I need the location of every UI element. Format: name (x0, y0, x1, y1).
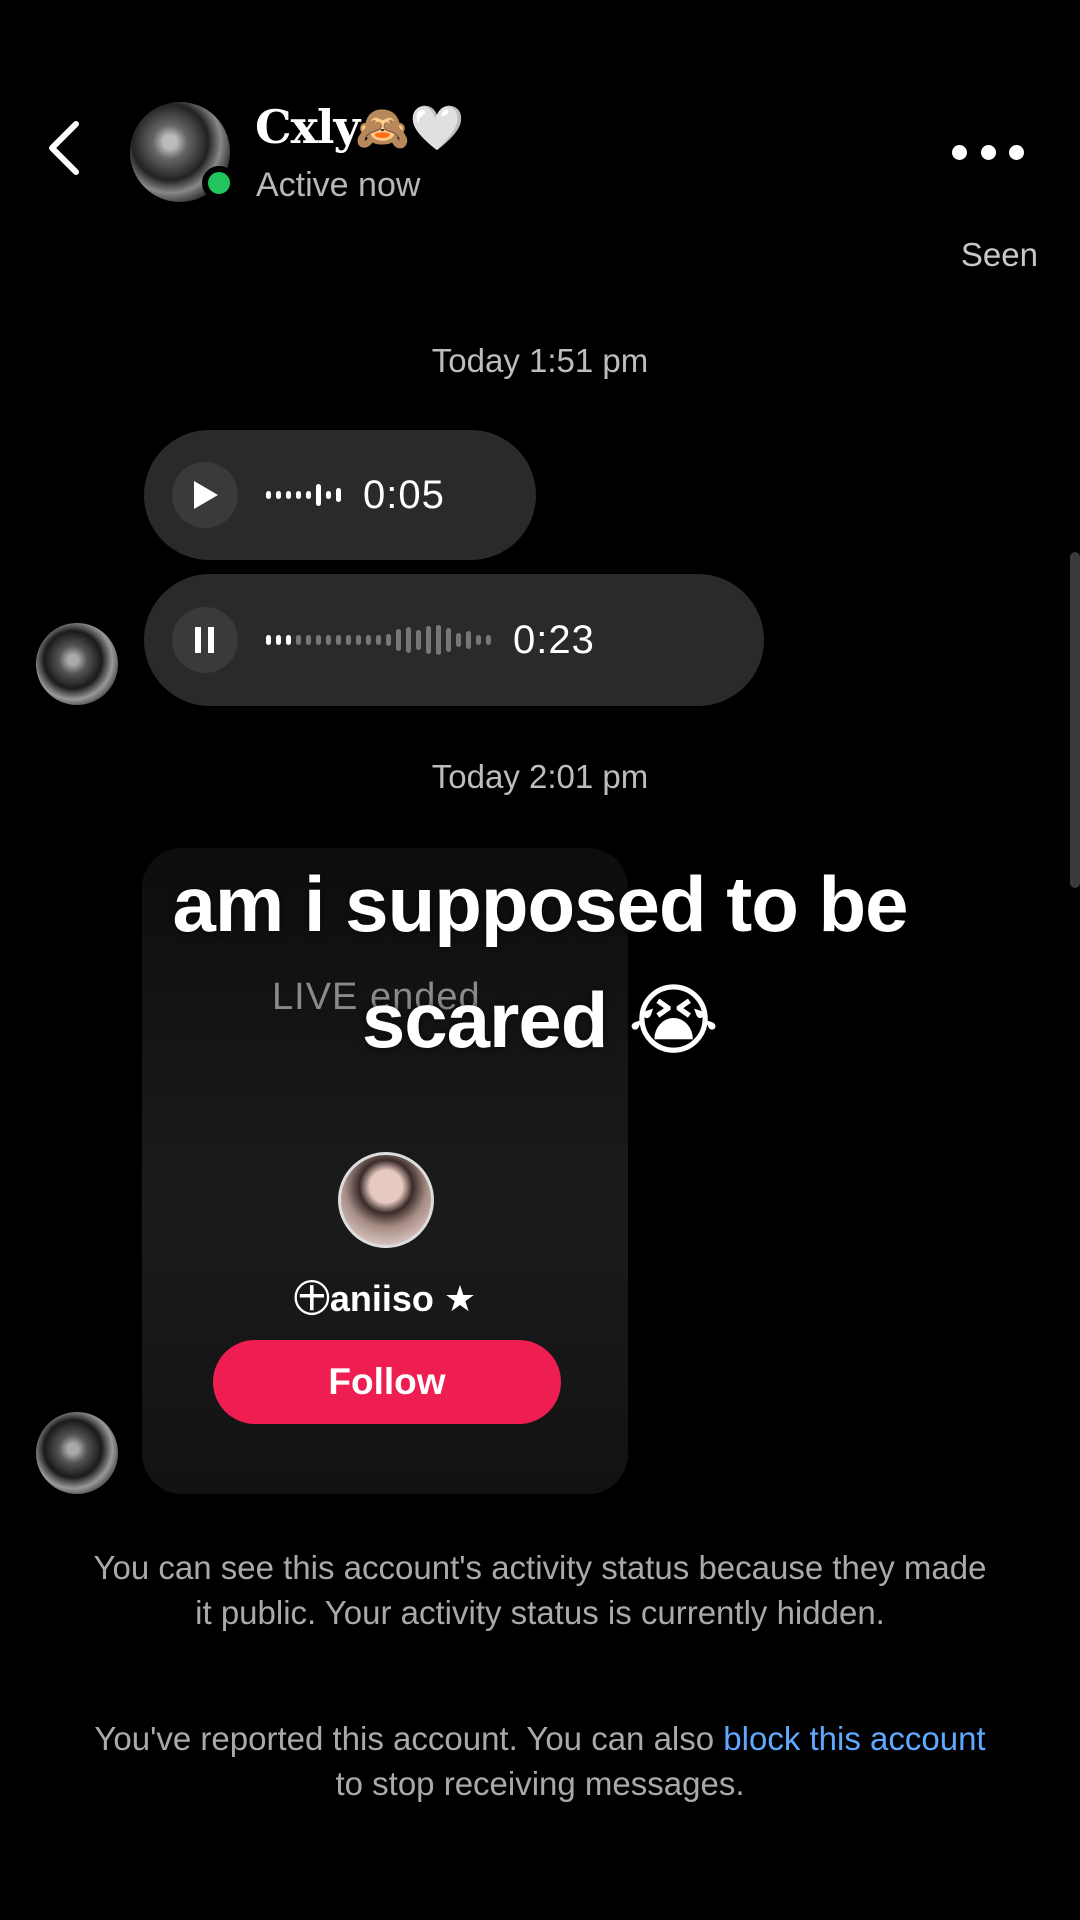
activity-status-notice: You can see this account's activity stat… (93, 1549, 987, 1631)
overlay-caption-line: am i supposed to be (172, 860, 908, 948)
report-notice-text: to stop receiving messages. (335, 1765, 745, 1802)
pause-button[interactable] (172, 607, 238, 673)
chevron-left-icon (49, 121, 79, 175)
voice-message[interactable]: 0:23 (144, 574, 764, 706)
block-account-link[interactable]: block this account (723, 1720, 985, 1757)
voice-message[interactable]: 0:05 (144, 430, 536, 560)
seen-indicator: Seen (960, 236, 1038, 273)
sender-avatar[interactable] (36, 623, 118, 705)
scrollbar[interactable] (1070, 552, 1080, 888)
play-icon (194, 481, 218, 509)
follow-button[interactable]: Follow (213, 1340, 561, 1424)
active-status: Active now (256, 166, 421, 204)
overlay-caption-line: scared 😭 (361, 976, 719, 1064)
message-timestamp: Today 2:01 pm (431, 758, 649, 795)
waveform (266, 625, 491, 655)
online-indicator (202, 166, 236, 200)
contact-avatar[interactable] (130, 102, 236, 202)
back-button[interactable] (44, 118, 84, 178)
report-notice: You've reported this account. You can al… (90, 1716, 990, 1806)
streamer-username[interactable]: ㊉aniiso ★ (142, 1270, 628, 1322)
more-options-icon[interactable] (952, 140, 1024, 164)
streamer-avatar[interactable] (338, 1152, 434, 1248)
contact-name[interactable]: Cxly (255, 100, 360, 154)
message-timestamp: Today 1:51 pm (431, 342, 649, 379)
play-button[interactable] (172, 462, 238, 528)
voice-duration: 0:23 (513, 617, 595, 662)
waveform (266, 484, 341, 506)
contact-name-emoji: 🙈🤍 (355, 103, 465, 154)
voice-duration: 0:05 (363, 472, 445, 517)
pause-icon (195, 627, 214, 653)
report-notice-text: You've reported this account. You can al… (94, 1720, 724, 1757)
sender-avatar[interactable] (36, 1412, 118, 1494)
